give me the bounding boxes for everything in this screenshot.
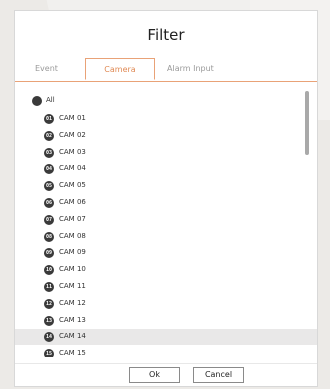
list-item-camera[interactable]: 13 CAM 13 — [15, 313, 317, 329]
camera-label: CAM 14 — [59, 332, 86, 341]
cancel-button[interactable]: Cancel — [193, 367, 244, 383]
camera-number-badge-icon: 10 — [44, 265, 54, 276]
list-item-camera[interactable]: 09 CAM 09 — [15, 245, 317, 261]
list-item-camera[interactable]: 07 CAM 07 — [15, 212, 317, 228]
camera-label: CAM 02 — [59, 130, 86, 139]
camera-number-badge-icon: 04 — [44, 164, 54, 175]
list-item-camera[interactable]: 10 CAM 10 — [15, 262, 317, 278]
camera-number-badge-icon: 06 — [44, 198, 54, 208]
camera-number-badge-icon: 09 — [44, 248, 54, 259]
list-item-camera[interactable]: 06 CAM 06 — [15, 195, 317, 211]
tab-event[interactable]: Event — [35, 64, 58, 73]
camera-label: CAM 04 — [59, 164, 86, 173]
camera-number-badge-icon: 14 — [44, 332, 54, 343]
camera-label: CAM 08 — [59, 231, 86, 240]
list-item-camera[interactable]: 12 CAM 12 — [15, 296, 317, 312]
camera-number-badge-icon: 08 — [44, 231, 54, 242]
filter-dialog: Filter Event Camera Alarm Input All 01 CA… — [15, 11, 317, 386]
tab-alarm-input[interactable]: Alarm Input — [167, 64, 214, 73]
camera-number-badge-icon: 13 — [44, 315, 54, 326]
tab-camera[interactable]: Camera — [85, 58, 155, 80]
all-label: All — [46, 96, 55, 104]
camera-label: CAM 05 — [59, 181, 86, 190]
camera-label: CAM 03 — [59, 147, 86, 156]
footer-divider — [15, 363, 317, 364]
list-item-camera[interactable]: 02 CAM 02 — [15, 128, 317, 144]
camera-number-badge-icon: 07 — [44, 214, 54, 225]
dialog-title: Filter — [147, 26, 185, 44]
list-item-camera[interactable]: 03 CAM 03 — [15, 145, 317, 161]
camera-number-badge-icon: 01 — [44, 114, 54, 124]
camera-number-badge-icon: 05 — [44, 181, 54, 192]
list-item-camera[interactable]: 01 CAM 01 — [15, 111, 317, 127]
list-item-camera[interactable]: 14 CAM 14 — [15, 329, 317, 346]
list-scrollbar[interactable] — [305, 91, 309, 155]
camera-label: CAM 15 — [59, 349, 86, 357]
camera-number-badge-icon: 12 — [44, 298, 54, 309]
filled-circle-icon — [32, 96, 42, 106]
tab-bar: Event Camera Alarm Input — [15, 58, 317, 82]
list-item-camera[interactable]: 08 CAM 08 — [15, 229, 317, 245]
camera-number-badge-icon: 03 — [44, 147, 54, 158]
list-item-camera[interactable]: 04 CAM 04 — [15, 161, 317, 177]
list-item-all[interactable]: All — [15, 89, 317, 109]
camera-label: CAM 10 — [59, 265, 86, 274]
camera-label: CAM 01 — [59, 114, 86, 122]
camera-label: CAM 07 — [59, 214, 86, 223]
list-item-camera[interactable]: 15 CAM 15 — [15, 346, 317, 357]
camera-label: CAM 06 — [59, 198, 86, 206]
list-item-camera[interactable]: 11 CAM 11 — [15, 279, 317, 295]
camera-number-badge-icon: 11 — [44, 282, 54, 292]
camera-label: CAM 13 — [59, 315, 86, 324]
camera-label: CAM 11 — [59, 282, 86, 290]
camera-number-badge-icon: 15 — [44, 349, 54, 357]
ok-button[interactable]: Ok — [129, 367, 180, 383]
camera-label: CAM 09 — [59, 248, 86, 257]
list-item-camera[interactable]: 05 CAM 05 — [15, 178, 317, 194]
camera-label: CAM 12 — [59, 298, 86, 307]
camera-number-badge-icon: 02 — [44, 130, 54, 141]
camera-list: All 01 CAM 01 02 CAM 02 03 CAM 03 04 CAM 04 05 CA… — [15, 89, 317, 357]
